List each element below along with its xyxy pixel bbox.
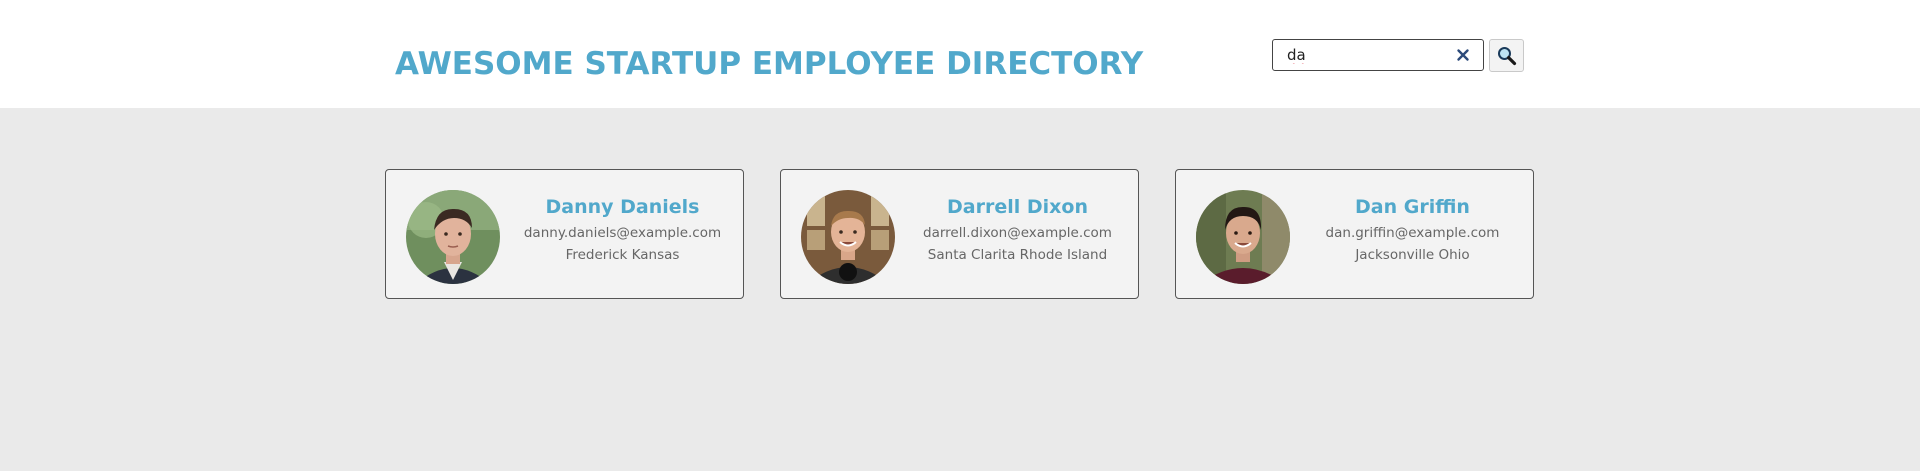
page-header: AWESOME STARTUP EMPLOYEE DIRECTORY [0, 0, 1920, 108]
employee-card[interactable]: Darrell Dixon darrell.dixon@example.com … [780, 169, 1139, 299]
employee-card[interactable]: Dan Griffin dan.griffin@example.com Jack… [1175, 169, 1534, 299]
search-input[interactable] [1287, 44, 1447, 66]
employee-email: danny.daniels@example.com [523, 225, 722, 241]
employee-info: Danny Daniels danny.daniels@example.com … [510, 196, 735, 269]
search-button[interactable] [1489, 39, 1524, 72]
employee-name: Danny Daniels [545, 196, 700, 218]
search-icon [1497, 46, 1516, 65]
employee-email: darrell.dixon@example.com [923, 225, 1112, 241]
employee-info: Darrell Dixon darrell.dixon@example.com … [905, 196, 1130, 269]
employee-avatar [801, 190, 895, 284]
employee-email: dan.griffin@example.com [1325, 225, 1500, 241]
employee-avatar [1196, 190, 1290, 284]
employee-info: Dan Griffin dan.griffin@example.com Jack… [1300, 196, 1525, 269]
employee-name: Darrell Dixon [947, 196, 1088, 218]
employee-name: Dan Griffin [1355, 196, 1470, 218]
close-icon[interactable] [1455, 47, 1471, 63]
search-form [1272, 39, 1484, 71]
employee-avatar [406, 190, 500, 284]
employee-directory: Danny Daniels danny.daniels@example.com … [0, 108, 1920, 471]
employee-location: Santa Clarita Rhode Island [927, 247, 1108, 263]
employee-location: Jacksonville Ohio [1355, 247, 1470, 263]
page-title: AWESOME STARTUP EMPLOYEE DIRECTORY [395, 46, 1144, 82]
employee-card[interactable]: Danny Daniels danny.daniels@example.com … [385, 169, 744, 299]
employee-location: Frederick Kansas [565, 247, 680, 263]
